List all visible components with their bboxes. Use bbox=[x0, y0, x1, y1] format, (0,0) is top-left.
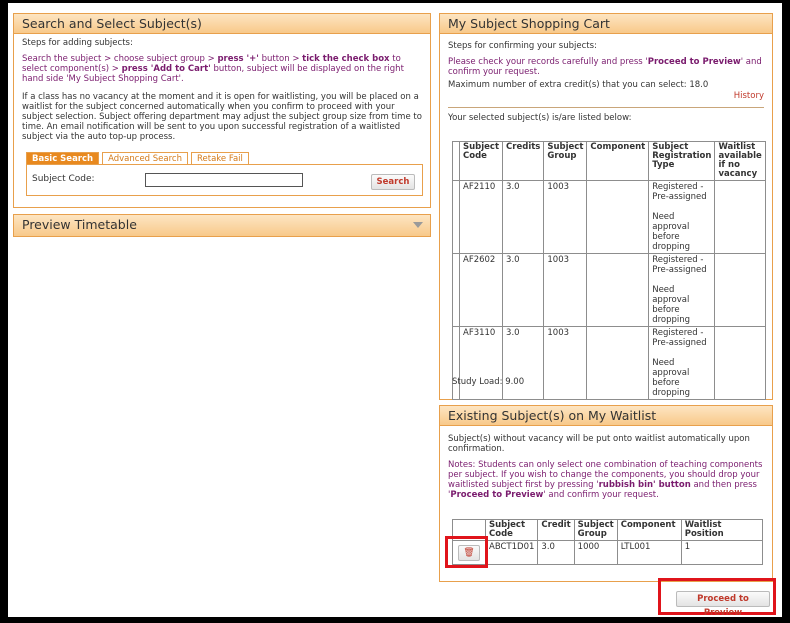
cell-code: AF2110 bbox=[458, 180, 504, 254]
proceed-to-preview-button[interactable]: Proceed to Preview bbox=[676, 591, 770, 618]
col-credits: Credits bbox=[502, 141, 545, 181]
chevron-down-icon[interactable] bbox=[413, 222, 423, 228]
cell-reg-type: Registered - Pre-assigned Need approval b… bbox=[648, 253, 716, 327]
cell-position: 1 bbox=[680, 540, 764, 565]
cell-group: 1003 bbox=[543, 180, 588, 254]
cart-table-header: Subject Code Credits Subject Group Compo… bbox=[452, 141, 766, 181]
waitlist-intro: Subject(s) without vacancy will be put o… bbox=[448, 434, 750, 454]
cell-credits: 3.0 bbox=[502, 253, 545, 327]
search-button[interactable]: Search bbox=[371, 174, 415, 190]
cart-table: Subject Code Credits Subject Group Compo… bbox=[452, 141, 766, 400]
cell-reg-type: Registered - Pre-assigned Need approval b… bbox=[648, 326, 716, 400]
search-form: Subject Code: Search bbox=[26, 164, 423, 196]
col-subject-group: Subject Group bbox=[573, 519, 618, 541]
table-row: AF3110 3.0 1003 Registered - Pre-assigne… bbox=[452, 326, 766, 400]
col-waitlist-available: Waitlist available if no vacancy bbox=[714, 141, 766, 181]
col-subject-group: Subject Group bbox=[543, 141, 588, 181]
cell-credit: 3.0 bbox=[537, 540, 575, 565]
cell-group: 1003 bbox=[543, 253, 588, 327]
waitlist-note: If a class has no vacancy at the moment … bbox=[22, 92, 422, 142]
waitlist-title: Existing Subject(s) on My Waitlist bbox=[440, 406, 772, 426]
col-component: Component bbox=[616, 519, 682, 541]
shopping-cart-panel: My Subject Shopping Cart Steps for confi… bbox=[439, 13, 773, 400]
search-select-title: Search and Select Subject(s) bbox=[14, 14, 430, 34]
waitlist-panel: Existing Subject(s) on My Waitlist Subje… bbox=[439, 405, 773, 582]
table-row: AF2110 3.0 1003 Registered - Pre-assigne… bbox=[452, 180, 766, 254]
steps-text: Search the subject > choose subject grou… bbox=[22, 54, 404, 84]
col-waitlist-position: Waitlist Position bbox=[680, 519, 764, 541]
cell-waitlist bbox=[714, 253, 766, 327]
cell-waitlist bbox=[714, 180, 766, 254]
divider bbox=[448, 107, 764, 108]
waitlist-table: Subject Code Credit Subject Group Compon… bbox=[452, 519, 764, 565]
cell-credits: 3.0 bbox=[502, 180, 545, 254]
col-component: Component bbox=[586, 141, 650, 181]
cell-group: 1000 bbox=[573, 540, 618, 565]
cell-component bbox=[586, 326, 650, 400]
waitlist-table-header: Subject Code Credit Subject Group Compon… bbox=[452, 519, 764, 541]
cell-waitlist bbox=[714, 326, 766, 400]
steps-label: Steps for adding subjects: bbox=[22, 38, 133, 48]
cell-component bbox=[586, 253, 650, 327]
cell-component: LTL001 bbox=[616, 540, 682, 565]
preview-timetable-panel[interactable]: Preview Timetable bbox=[13, 214, 431, 237]
cell-code: AF3110 bbox=[458, 326, 504, 400]
col-registration-type: Subject Registration Type bbox=[648, 141, 716, 181]
subject-code-input[interactable] bbox=[145, 173, 303, 187]
col-subject-code: Subject Code bbox=[484, 519, 539, 541]
cell-code: ABCT1D01 bbox=[484, 540, 539, 565]
history-link[interactable]: History bbox=[448, 91, 764, 101]
study-load: Study Load: 9.00 bbox=[452, 377, 525, 387]
table-row: 🗑 ABCT1D01 3.0 1000 LTL001 1 bbox=[452, 540, 764, 565]
confirm-steps-label: Steps for confirming your subjects: bbox=[448, 41, 597, 51]
table-row: AF2602 3.0 1003 Registered - Pre-assigne… bbox=[452, 253, 766, 327]
cell-component bbox=[586, 180, 650, 254]
max-credit-text: Maximum number of extra credit(s) that y… bbox=[448, 80, 709, 90]
waitlist-notes: Notes: Students can only select one comb… bbox=[448, 460, 763, 500]
cell-credits: 3.0 bbox=[502, 326, 545, 400]
bin-highlight bbox=[445, 536, 488, 568]
cell-reg-type: Registered - Pre-assigned Need approval b… bbox=[648, 180, 716, 254]
confirm-instruction: Please check your records carefully and … bbox=[448, 57, 762, 77]
preview-timetable-title: Preview Timetable bbox=[14, 215, 430, 236]
col-credit: Credit bbox=[537, 519, 575, 541]
subject-code-label: Subject Code: bbox=[32, 174, 95, 184]
col-subject-code: Subject Code bbox=[458, 141, 504, 181]
cell-code: AF2602 bbox=[458, 253, 504, 327]
selected-label: Your selected subject(s) is/are listed b… bbox=[448, 113, 632, 123]
shopping-cart-title: My Subject Shopping Cart bbox=[440, 14, 772, 34]
cell-group: 1003 bbox=[543, 326, 588, 400]
